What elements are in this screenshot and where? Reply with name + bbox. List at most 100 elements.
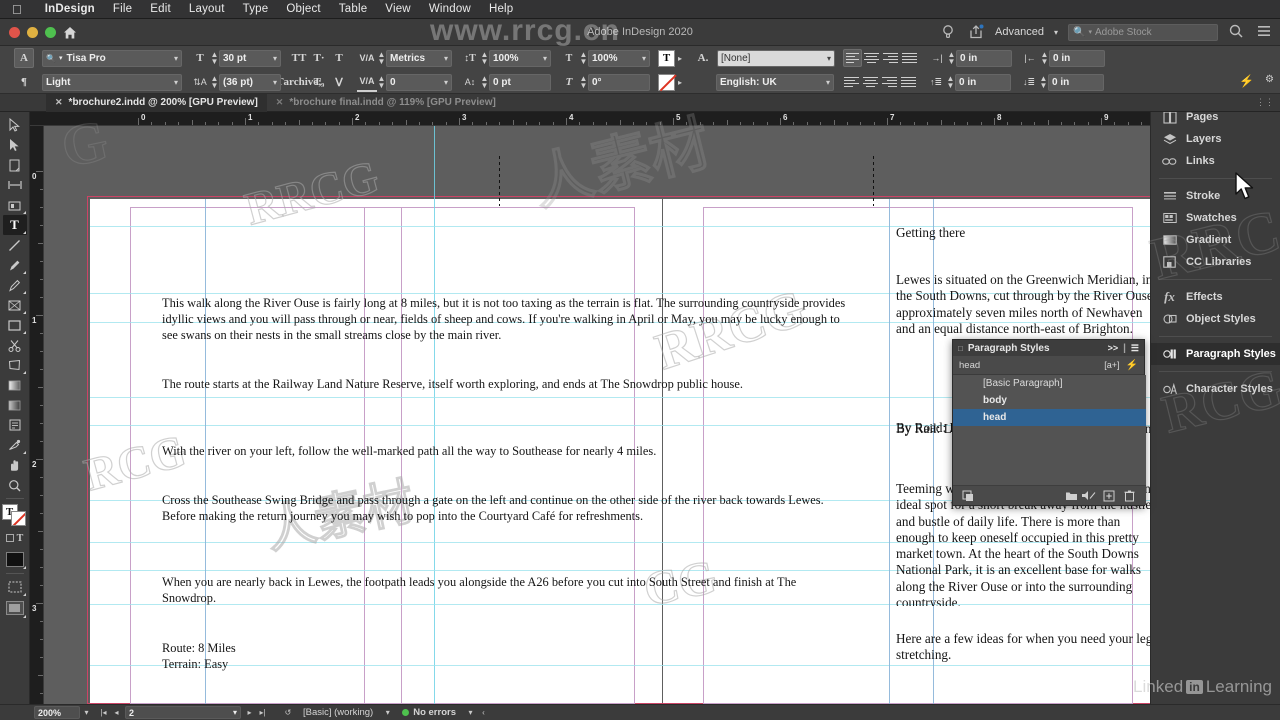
font-style-field[interactable]: Light ▾ [42, 74, 182, 91]
chevron-down-icon[interactable]: ▾ [171, 54, 178, 63]
note-tool[interactable] [3, 415, 27, 435]
all-caps-icon[interactable]: TT [289, 48, 309, 68]
prev-page-icon[interactable]: ◂ [110, 706, 123, 719]
justify-center-button[interactable] [861, 73, 880, 91]
align-right-button[interactable] [881, 49, 900, 67]
quick-apply-icon[interactable]: ⚡ [1126, 360, 1138, 371]
font-size-stepper[interactable]: ▲ ▼ [210, 51, 219, 65]
color-theme-tool[interactable] [3, 435, 27, 455]
apple-icon[interactable]:  [0, 3, 36, 16]
ruler-guide-vertical[interactable] [434, 126, 435, 704]
stroke-swatch-expand-button[interactable]: ▸ [675, 74, 685, 91]
dock-item-object-styles[interactable]: Object Styles [1151, 308, 1280, 330]
dock-item-gradient[interactable]: Gradient [1151, 229, 1280, 251]
paragraph-styles-panel-header[interactable]: □ Paragraph Styles >> | ☰ [953, 340, 1144, 356]
type-tool[interactable]: T [3, 215, 27, 235]
menu-item-help[interactable]: Help [480, 3, 522, 15]
skew-stepper[interactable]: ▲ ▼ [579, 75, 588, 89]
text-frame-edge[interactable] [889, 199, 890, 704]
small-caps-icon[interactable]: Tarchive; [289, 72, 309, 92]
chevron-down-icon[interactable]: ▾ [171, 78, 178, 87]
underline-icon[interactable]: T [329, 48, 349, 68]
menu-item-view[interactable]: View [376, 3, 420, 15]
align-center-button[interactable] [862, 49, 881, 67]
status-overflow-icon[interactable]: ‹ [477, 706, 490, 719]
vertical-scale-stepper[interactable]: ▲ ▼ [579, 51, 588, 65]
scissors-tool[interactable] [3, 335, 27, 355]
new-style-group-icon[interactable] [1064, 489, 1079, 503]
skew-field[interactable]: 0° [588, 74, 650, 91]
chevron-down-icon[interactable]: ▾ [381, 706, 394, 719]
magnifier-icon[interactable] [1228, 23, 1246, 41]
document-tab-brochure2[interactable]: ✕ *brochure2.indd @ 200% [GPU Preview] [46, 94, 267, 112]
lightbulb-icon[interactable] [939, 23, 957, 41]
page-number-field[interactable]: 2 ▾ [125, 706, 241, 719]
zoom-level-field[interactable]: 200% [34, 706, 80, 719]
font-size-field[interactable]: 30 pt ▾ [219, 50, 281, 67]
leading-stepper[interactable]: ▲ ▼ [210, 75, 219, 89]
gradient-feather-tool[interactable] [3, 395, 27, 415]
kerning-stepper[interactable]: ▲ ▼ [377, 51, 386, 65]
delete-style-icon[interactable] [1119, 489, 1139, 503]
tracking-stepper[interactable]: ▲ ▼ [377, 75, 386, 89]
paragraph-style-item-body[interactable]: body [953, 392, 1146, 409]
next-page-icon[interactable]: ▸ [243, 706, 256, 719]
document-tab-brochure-final[interactable]: ✕ *brochure final.indd @ 119% [GPU Previ… [267, 94, 505, 112]
menu-item-window[interactable]: Window [420, 3, 480, 15]
menu-item-layout[interactable]: Layout [180, 3, 234, 15]
menu-item-table[interactable]: Table [330, 3, 377, 15]
fill-stroke-swatch[interactable]: T [2, 502, 28, 528]
justify-button[interactable] [900, 49, 919, 67]
space-after-field[interactable]: 0 in [1048, 74, 1104, 91]
language-field[interactable]: English: UK ▾ [716, 74, 834, 91]
body-paragraph-1[interactable]: This walk along the River Ouse is fairly… [162, 296, 846, 343]
adobe-stock-search-input[interactable]: 🔍 ▾ Adobe Stock [1068, 24, 1218, 41]
override-badge[interactable]: [a+] [1104, 360, 1119, 370]
gradient-swatch-tool[interactable] [3, 375, 27, 395]
justify-right-button[interactable] [880, 73, 899, 91]
horizontal-ruler[interactable]: 0 1 2 3 4 5 6 7 8 9 [30, 112, 1150, 126]
fill-color-swatch[interactable]: T [658, 50, 675, 67]
dock-item-character-styles[interactable]: Character Styles [1151, 378, 1280, 400]
menu-item-indesign[interactable]: InDesign [36, 3, 104, 15]
clear-overrides-icon[interactable] [960, 489, 975, 503]
frame-tool[interactable] [3, 295, 27, 315]
dock-item-effects[interactable]: fx Effects [1151, 286, 1280, 308]
paragraph-formatting-icon[interactable]: ¶ [14, 72, 34, 92]
paragraph-style-item-basic[interactable]: [Basic Paragraph] [953, 375, 1146, 392]
close-icon[interactable]: ✕ [55, 97, 63, 108]
strikethrough-icon[interactable]: Ⅴ [329, 72, 349, 92]
chevron-down-icon[interactable]: ▾ [270, 54, 277, 63]
tracking-field[interactable]: 0 ▾ [386, 74, 452, 91]
gap-tool[interactable] [3, 175, 27, 195]
collapse-panel-icon[interactable]: >> [1108, 343, 1119, 353]
chevron-down-icon[interactable]: ▾ [823, 78, 830, 87]
chevron-down-icon[interactable]: ▾ [639, 54, 646, 63]
chevron-down-icon[interactable]: ▾ [441, 78, 448, 87]
align-left-button[interactable] [843, 49, 862, 67]
first-page-icon[interactable]: |◂ [97, 706, 110, 719]
normal-view-mode-button[interactable] [3, 577, 27, 597]
chevron-down-icon[interactable]: ▾ [824, 54, 831, 63]
character-style-field[interactable]: [None] ▾ [717, 50, 835, 67]
content-collector-tool[interactable] [3, 195, 27, 215]
control-panel-menu-icon[interactable]: ⚙ [1265, 74, 1274, 85]
body-paragraph-3[interactable]: With the river on your left, follow the … [162, 444, 846, 460]
chevron-down-icon[interactable]: ▾ [540, 54, 547, 63]
right-paragraph-ideas[interactable]: Here are a few ideas for when you need y… [896, 631, 1150, 671]
left-indent-stepper[interactable]: ▲ ▼ [947, 51, 956, 65]
chevron-down-icon[interactable]: ▾ [1054, 28, 1058, 37]
space-after-stepper[interactable]: ▲ ▼ [1039, 75, 1048, 89]
body-paragraph-terrain[interactable]: Terrain: Easy [162, 657, 462, 673]
dock-item-paragraph-styles[interactable]: Paragraph Styles [1151, 343, 1280, 365]
horizontal-scale-stepper[interactable]: ▲ ▼ [480, 51, 489, 65]
dock-item-layers[interactable]: Layers [1151, 128, 1280, 150]
share-icon[interactable] [967, 23, 985, 41]
paragraph-styles-list[interactable]: [Basic Paragraph] body head [953, 375, 1146, 487]
dock-item-swatches[interactable]: Swatches [1151, 207, 1280, 229]
hand-tool[interactable] [3, 455, 27, 475]
pen-tool[interactable] [3, 255, 27, 275]
panel-drag-handle[interactable]: □ [958, 344, 963, 353]
right-indent-stepper[interactable]: ▲ ▼ [1040, 51, 1049, 65]
body-paragraph-route[interactable]: Route: 8 Miles [162, 641, 462, 657]
